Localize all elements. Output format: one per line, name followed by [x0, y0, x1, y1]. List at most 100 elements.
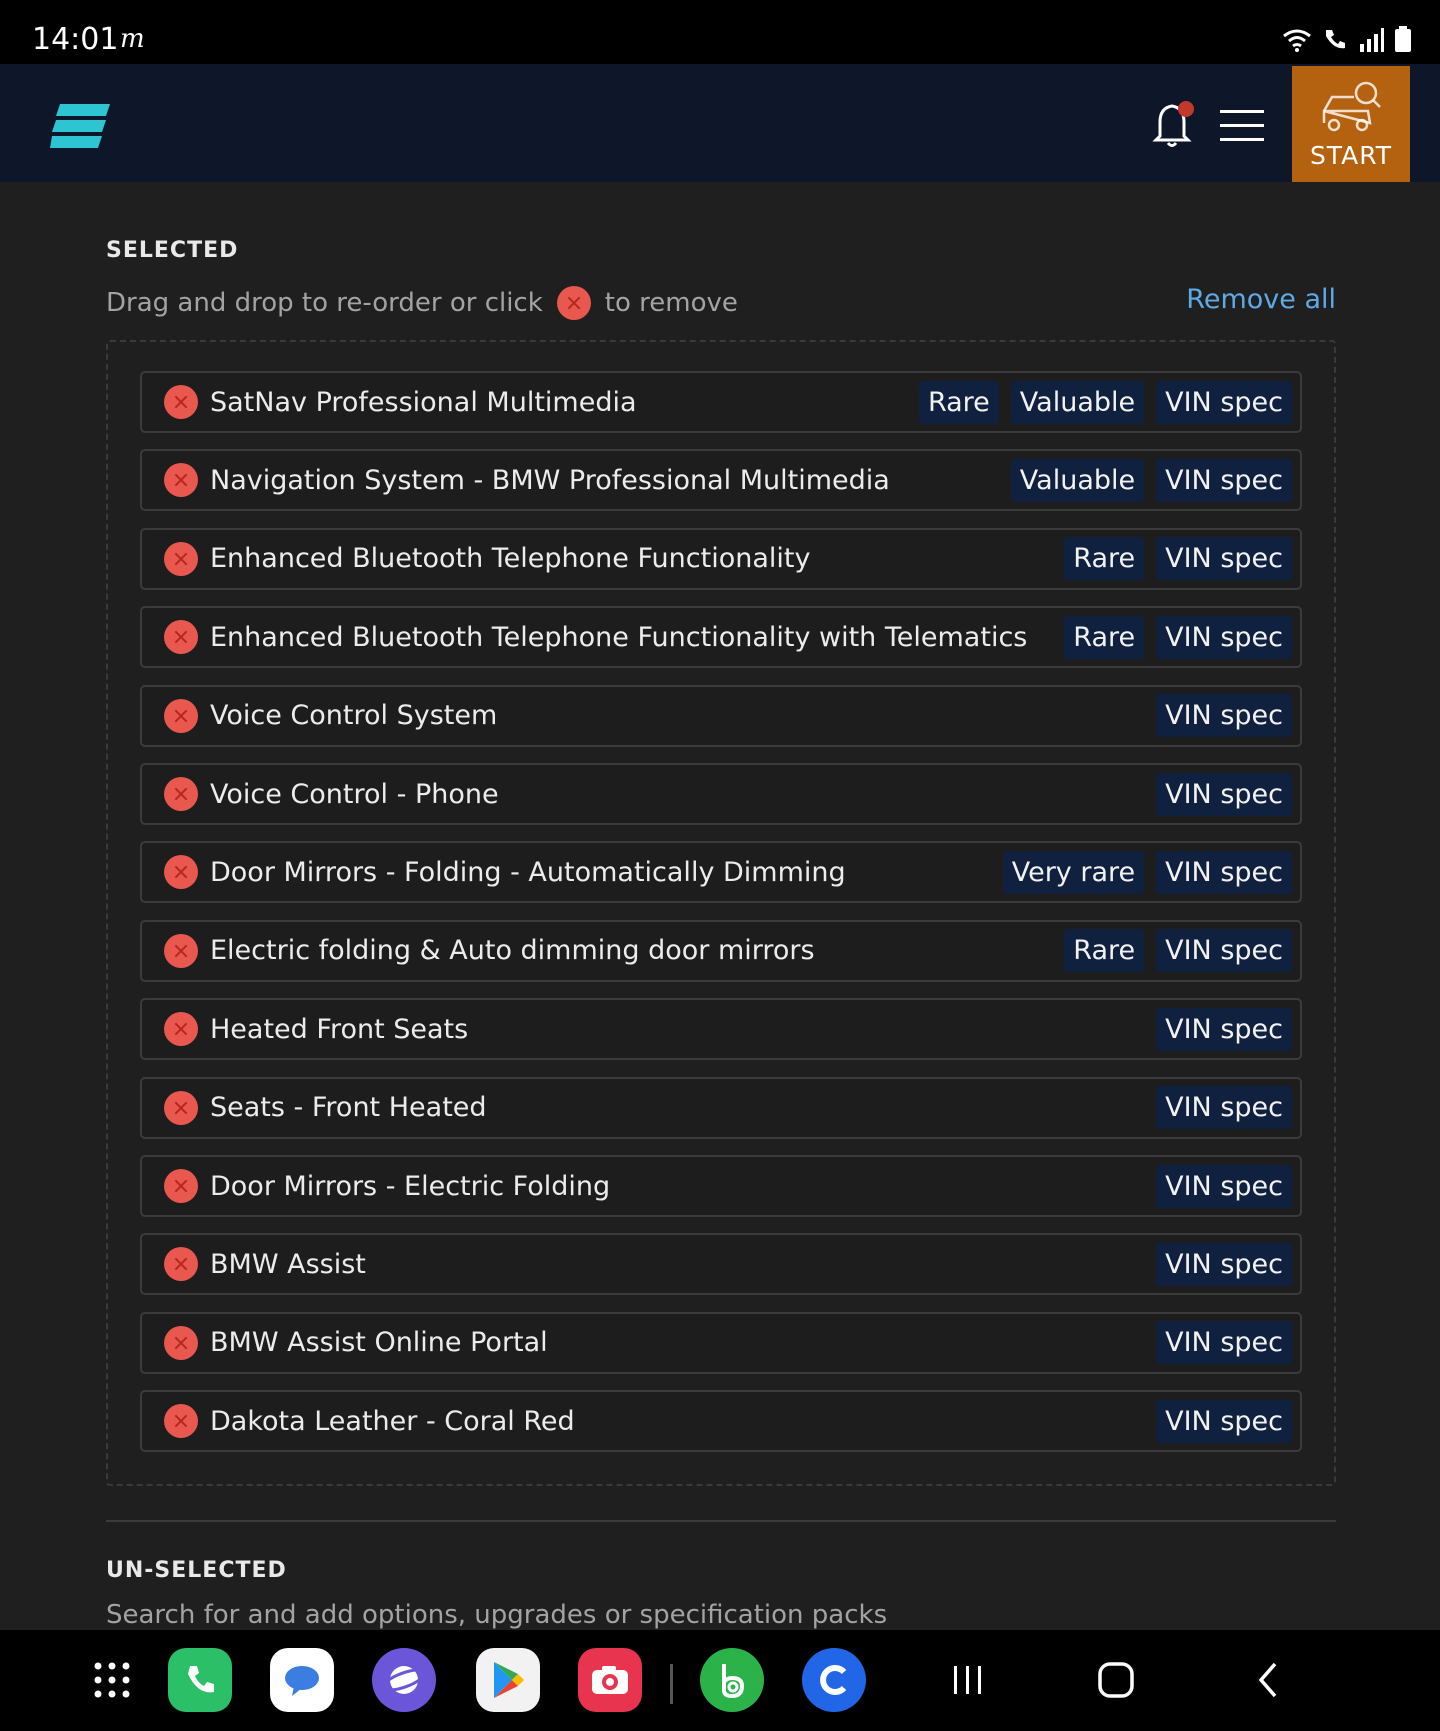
item-badges: Rare VIN spec [1064, 537, 1292, 581]
wifi-icon [1283, 29, 1311, 52]
selected-item[interactable]: Seats - Front Heated VIN spec [140, 1076, 1302, 1139]
remove-x-icon [556, 286, 591, 320]
item-label: SatNav Professional Multimedia [210, 386, 637, 418]
badge: VIN spec [1156, 458, 1292, 502]
internet-app-icon[interactable] [372, 1648, 436, 1712]
badge: VIN spec [1156, 1399, 1292, 1443]
badge: VIN spec [1156, 1321, 1292, 1365]
hint-before: Drag and drop to re-order or click [106, 288, 543, 318]
item-label: Enhanced Bluetooth Telephone Functionali… [210, 543, 811, 575]
dock-separator [670, 1664, 673, 1704]
remove-item-icon[interactable] [164, 1325, 198, 1360]
badge: VIN spec [1156, 1164, 1292, 1208]
selected-item[interactable]: Dakota Leather - Coral Red VIN spec [140, 1390, 1302, 1453]
home-icon[interactable] [1084, 1648, 1148, 1712]
status-icons [1282, 26, 1412, 52]
remove-item-icon[interactable] [164, 698, 198, 733]
item-badges: Rare Valuable VIN spec [918, 380, 1292, 424]
remove-item-icon[interactable] [164, 1090, 198, 1125]
item-label: Voice Control System [210, 700, 498, 732]
selected-item[interactable]: Enhanced Bluetooth Telephone Functionali… [140, 606, 1302, 669]
badge: Rare [1064, 615, 1145, 659]
apps-grid-icon[interactable] [80, 1648, 144, 1712]
back-icon[interactable] [1236, 1648, 1300, 1712]
remove-item-icon[interactable] [164, 620, 198, 655]
badge: Very rare [1002, 850, 1145, 894]
item-label: BMW Assist [210, 1248, 366, 1280]
remove-item-icon[interactable] [164, 1247, 198, 1282]
unselected-hint: Search for and add options, upgrades or … [106, 1600, 888, 1630]
app-header: START [0, 64, 1440, 182]
bolt-app-icon[interactable] [700, 1648, 764, 1712]
item-badges: Rare VIN spec [1064, 615, 1292, 659]
item-label: Door Mirrors - Folding - Automatically D… [210, 856, 846, 888]
start-button[interactable]: START [1292, 66, 1410, 182]
status-indicator: m [120, 24, 145, 54]
selected-title: SELECTED [106, 238, 239, 263]
remove-item-icon[interactable] [164, 1169, 198, 1203]
item-label: Seats - Front Heated [210, 1092, 487, 1124]
badge: Rare [1064, 929, 1145, 973]
remove-item-icon[interactable] [164, 855, 198, 890]
selected-item[interactable]: Voice Control System VIN spec [140, 684, 1302, 747]
item-label: BMW Assist Online Portal [210, 1327, 548, 1359]
logo-icon[interactable] [50, 104, 112, 152]
menu-icon[interactable] [1220, 108, 1266, 144]
item-label: Voice Control - Phone [210, 778, 499, 810]
item-label: Enhanced Bluetooth Telephone Functionali… [210, 621, 1028, 653]
recents-icon[interactable] [936, 1648, 1000, 1712]
selected-item[interactable]: Heated Front Seats VIN spec [140, 998, 1302, 1061]
item-badges: VIN spec [1156, 772, 1292, 816]
selected-item[interactable]: Door Mirrors - Electric Folding VIN spec [140, 1155, 1302, 1217]
badge: Rare [918, 380, 999, 424]
item-badges: VIN spec [1156, 1321, 1292, 1365]
section-divider [106, 1520, 1336, 1522]
item-label: Electric folding & Auto dimming door mir… [210, 935, 815, 967]
remove-item-icon[interactable] [164, 1404, 198, 1439]
badge: VIN spec [1156, 929, 1292, 973]
selected-item[interactable]: SatNav Professional Multimedia Rare Valuab… [140, 371, 1302, 433]
item-badges: VIN spec [1156, 1007, 1292, 1051]
c-app-icon[interactable] [802, 1648, 866, 1712]
selected-item[interactable]: Electric folding & Auto dimming door mir… [140, 919, 1302, 982]
selected-item[interactable]: BMW Assist VIN spec [140, 1233, 1302, 1296]
item-label: Door Mirrors - Electric Folding [210, 1170, 611, 1202]
item-badges: Very rare VIN spec [1002, 850, 1292, 894]
badge: Valuable [1010, 458, 1145, 502]
badge: VIN spec [1156, 615, 1292, 659]
badge: Valuable [1010, 380, 1145, 424]
nav-bar [0, 1630, 1440, 1731]
bell-icon[interactable] [1148, 98, 1200, 150]
badge: VIN spec [1156, 772, 1292, 816]
selected-item[interactable]: Door Mirrors - Folding - Automatically D… [140, 841, 1302, 904]
remove-item-icon[interactable] [164, 933, 198, 968]
messages-app-icon[interactable] [270, 1648, 334, 1712]
hint-after: to remove [604, 288, 738, 318]
item-badges: VIN spec [1156, 694, 1292, 738]
item-badges: VIN spec [1156, 1399, 1292, 1443]
wifi-calling-icon [1326, 30, 1345, 49]
selected-item[interactable]: Voice Control - Phone VIN spec [140, 763, 1302, 825]
camera-app-icon[interactable] [578, 1648, 642, 1712]
remove-all-link[interactable]: Remove all [1186, 284, 1336, 315]
selected-item[interactable]: Navigation System - BMW Professional Mul… [140, 449, 1302, 512]
phone-app-icon[interactable] [168, 1648, 232, 1712]
badge: VIN spec [1156, 1086, 1292, 1130]
badge: VIN spec [1156, 1007, 1292, 1051]
remove-item-icon[interactable] [164, 777, 198, 811]
play-store-icon[interactable] [476, 1648, 540, 1712]
badge: VIN spec [1156, 694, 1292, 738]
selected-item[interactable]: BMW Assist Online Portal VIN spec [140, 1311, 1302, 1374]
remove-item-icon[interactable] [164, 463, 198, 498]
selected-hint: Drag and drop to re-order or click to re… [106, 286, 738, 320]
selected-item[interactable]: Enhanced Bluetooth Telephone Functionali… [140, 527, 1302, 590]
remove-item-icon[interactable] [164, 1012, 198, 1047]
remove-item-icon[interactable] [164, 385, 198, 419]
remove-item-icon[interactable] [164, 541, 198, 576]
signal-icon [1360, 28, 1384, 52]
unselected-title: UN-SELECTED [106, 1558, 287, 1583]
item-badges: VIN spec [1156, 1086, 1292, 1130]
item-badges: VIN spec [1156, 1164, 1292, 1208]
badge: Rare [1064, 537, 1145, 581]
car-search-icon [1322, 81, 1381, 132]
